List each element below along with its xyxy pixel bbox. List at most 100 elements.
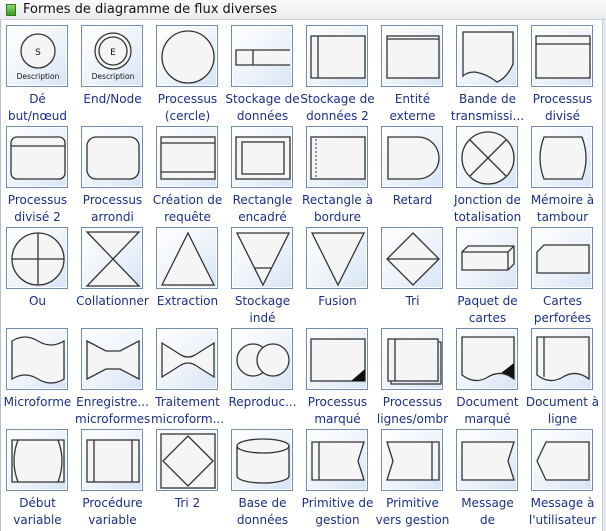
shape-item-external-entity[interactable]: Entité externe (381, 25, 456, 126)
shape-item-variable-start[interactable]: Début variable (6, 429, 81, 530)
shape-tile[interactable] (156, 429, 218, 491)
shape-item-variable-procedure[interactable]: Procédure variable (81, 429, 156, 530)
shape-tile[interactable] (456, 227, 518, 289)
shape-item-marked-document[interactable]: Document marqué (456, 328, 531, 429)
shape-label-line: encadré (238, 210, 287, 224)
shape-tile[interactable] (81, 126, 143, 188)
shape-label-line: Retard (392, 193, 433, 207)
shape-item-dashed-rect[interactable]: Rectangle à bordure (302, 126, 381, 227)
shape-tile[interactable] (156, 328, 218, 390)
shape-item-circle[interactable]: Processus (cercle) (156, 25, 231, 126)
shape-tile[interactable]: S Description (6, 25, 68, 87)
shape-tile[interactable] (231, 429, 293, 491)
shape-tile[interactable] (381, 126, 443, 188)
end-node-icon: E Description (92, 32, 135, 81)
shape-tile[interactable] (231, 126, 293, 188)
shape-tile[interactable] (531, 25, 593, 87)
shape-tile[interactable] (531, 429, 593, 491)
shape-item-microform[interactable]: Microforme (4, 328, 81, 429)
shape-item-rounded-process[interactable]: Processus arrondi (81, 126, 156, 227)
shape-item-collate[interactable]: Collationner (76, 227, 156, 328)
shape-label-line: microformes (75, 412, 150, 426)
shape-tile[interactable] (531, 227, 593, 289)
shape-item-drum[interactable]: Mémoire à tambour (531, 126, 606, 227)
shape-label-line: Entité (394, 92, 431, 106)
shape-item-card-deck[interactable]: Paquet de cartes (456, 227, 531, 328)
shape-tile[interactable] (6, 227, 68, 289)
shape-item-delay[interactable]: Retard (381, 126, 456, 227)
shape-item-tape[interactable]: Bande de transmissi... (451, 25, 531, 126)
shape-tile[interactable] (456, 328, 518, 390)
shape-label-line: Message (461, 496, 514, 510)
shape-item-database[interactable]: Base de données (231, 429, 306, 530)
delay-icon (387, 136, 440, 180)
shape-item-end-node[interactable]: E Description End/Node (81, 25, 156, 126)
shape-item-offline-storage[interactable]: Stockage indé (231, 227, 306, 328)
shape-label: Reproduc... (225, 394, 300, 411)
shape-tile[interactable] (306, 328, 368, 390)
shape-item-data-store-2[interactable]: Stockage de données 2 (300, 25, 381, 126)
shape-item-divided-process[interactable]: Processus divisé (531, 25, 606, 126)
shape-label-line: Message à (530, 496, 595, 510)
svg-text:Description: Description (17, 72, 60, 81)
shape-tile[interactable] (531, 126, 593, 188)
shape-label: Base de données (225, 495, 300, 529)
shape-tile[interactable] (231, 227, 293, 289)
shape-label: Création de requête (150, 192, 225, 226)
shape-item-summing-junction[interactable]: Jonction de totalisation (454, 126, 531, 227)
shape-tile[interactable] (6, 328, 68, 390)
shape-item-microform-process[interactable]: Traitement microform... (151, 328, 231, 429)
shape-item-or[interactable]: Ou (6, 227, 81, 328)
shape-item-message-from[interactable]: Message de (456, 429, 531, 530)
shape-item-primitive-management[interactable]: Primitive de gestion (302, 429, 381, 530)
shape-item-microform-record[interactable]: Enregistre... microformes (75, 328, 156, 429)
shape-item-framed-rect[interactable]: Rectangle encadré (231, 126, 306, 227)
shape-item-message-to-user[interactable]: Message à l'utilisateur (529, 429, 606, 530)
shape-tile[interactable] (231, 25, 293, 87)
shape-item-reproduce[interactable]: Reproduc... (228, 328, 306, 429)
shape-label-line: données 2 (306, 109, 369, 123)
shape-tile[interactable] (456, 126, 518, 188)
shape-tile[interactable] (306, 25, 368, 87)
shape-tile[interactable] (381, 25, 443, 87)
shape-tile[interactable] (531, 328, 593, 390)
shape-item-lined-process[interactable]: Processus lignes/ombr (377, 328, 456, 429)
shape-label-line: données (236, 109, 289, 123)
shape-item-data-store[interactable]: Stockage de données (225, 25, 306, 126)
shape-tile[interactable] (306, 126, 368, 188)
shape-item-punched-card[interactable]: Cartes perforées (531, 227, 606, 328)
shape-item-extract[interactable]: Extraction (156, 227, 231, 328)
shape-tile[interactable] (81, 429, 143, 491)
data-store-2-icon (310, 35, 366, 79)
shape-item-lined-document[interactable]: Document à ligne (526, 328, 606, 429)
shape-item-marked-process[interactable]: Processus marqué (306, 328, 381, 429)
shape-tile[interactable] (81, 328, 143, 390)
shape-item-sort[interactable]: Tri (381, 227, 456, 328)
shape-item-query[interactable]: Création de requête (153, 126, 231, 227)
shape-tile[interactable] (381, 429, 443, 491)
shape-label-line: Tri (405, 294, 420, 308)
shape-tile[interactable] (6, 429, 68, 491)
shape-tile[interactable] (306, 429, 368, 491)
shape-tile[interactable] (306, 227, 368, 289)
shape-label: Processus divisé (525, 91, 600, 125)
shape-tile[interactable] (456, 429, 518, 491)
shape-tile[interactable] (156, 126, 218, 188)
panel-title-bar[interactable]: Formes de diagramme de flux diverses (0, 0, 606, 20)
shape-tile[interactable] (456, 25, 518, 87)
divided-process-2-icon (10, 136, 66, 180)
shape-tile[interactable] (6, 126, 68, 188)
shape-item-primitive-to-management[interactable]: Primitive vers gestion (376, 429, 456, 530)
shape-item-divided-process-2[interactable]: Processus divisé 2 (6, 126, 81, 227)
shape-tile[interactable] (156, 25, 218, 87)
shape-tile[interactable] (156, 227, 218, 289)
shape-tile[interactable] (81, 227, 143, 289)
shape-tile[interactable] (231, 328, 293, 390)
shape-tile[interactable] (381, 328, 443, 390)
shape-item-sort-2[interactable]: Tri 2 (156, 429, 231, 530)
shape-item-start-node[interactable]: S Description Dé but/nœud (6, 25, 81, 126)
shape-tile[interactable] (381, 227, 443, 289)
shape-label-line: ligne (547, 412, 578, 426)
shape-tile[interactable]: E Description (81, 25, 143, 87)
shape-item-merge[interactable]: Fusion (306, 227, 381, 328)
